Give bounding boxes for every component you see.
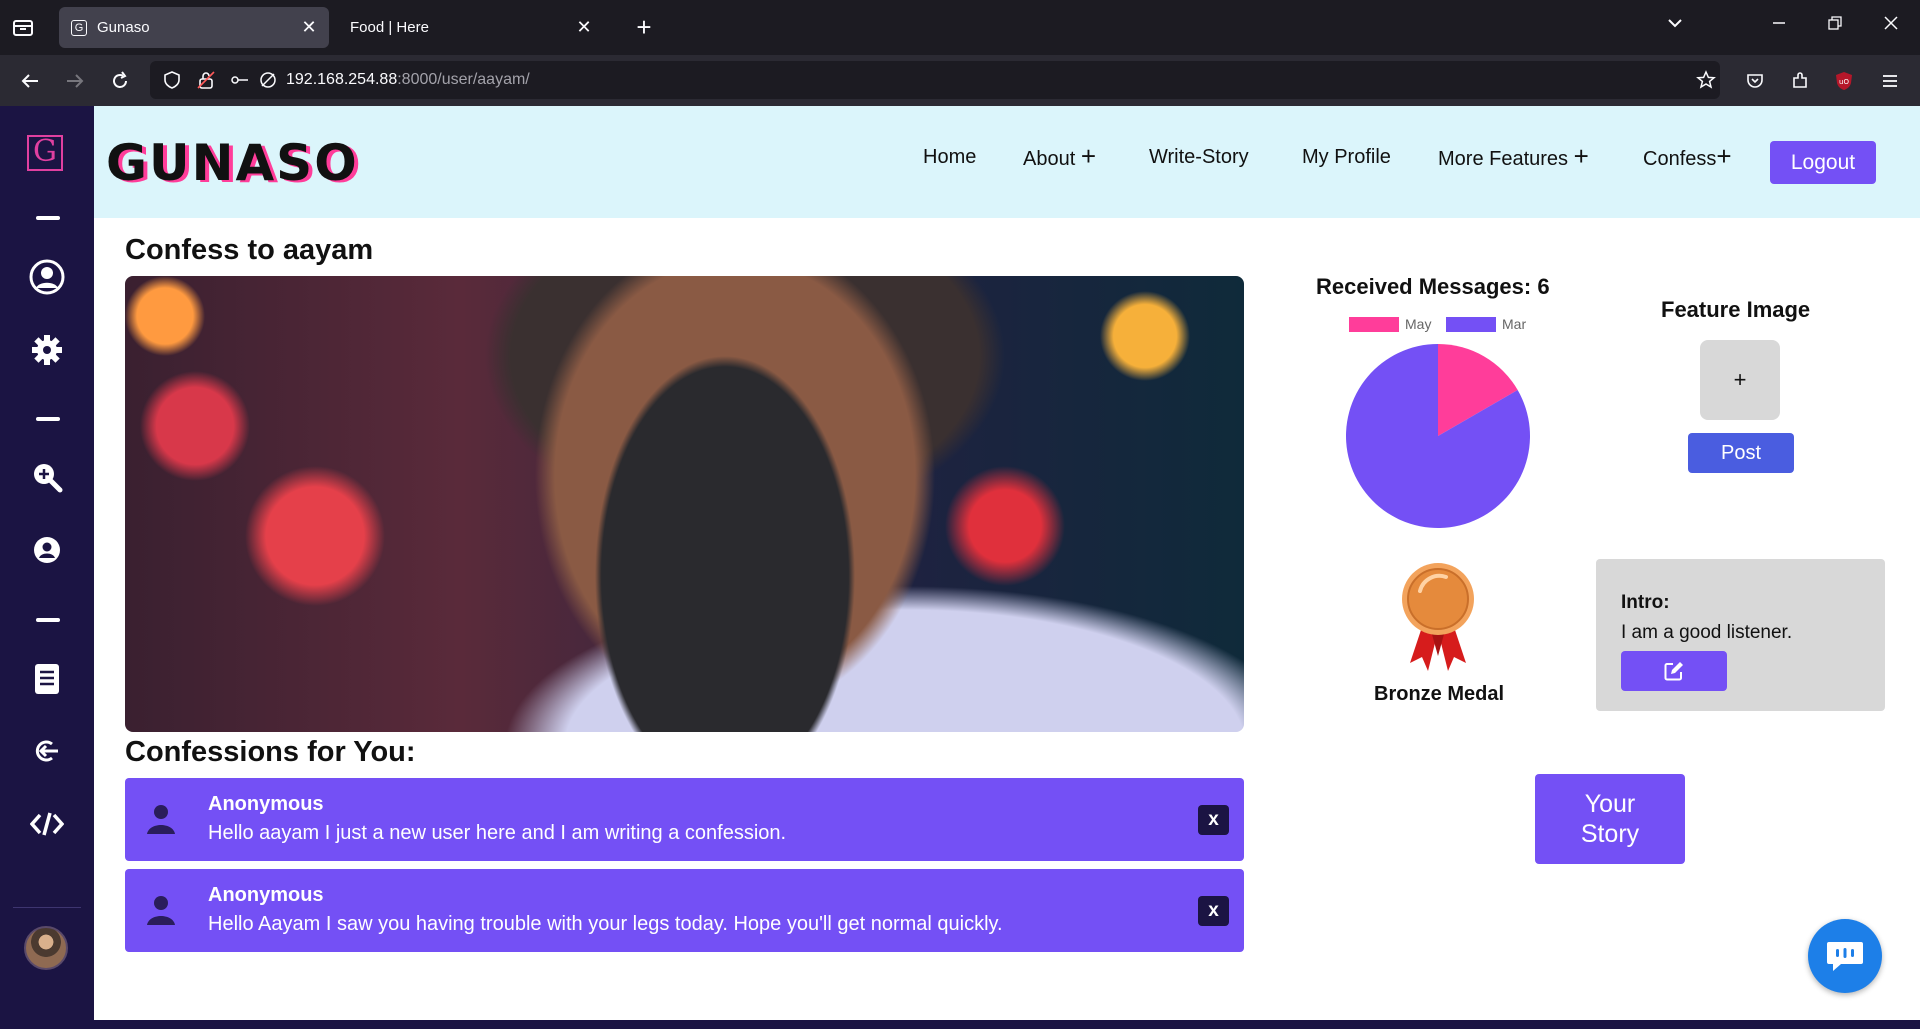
received-messages-pie-chart [1346, 344, 1530, 528]
nav-write-story[interactable]: Write-Story [1149, 146, 1249, 169]
avatar[interactable] [24, 926, 68, 970]
app-menu-icon[interactable] [1876, 67, 1904, 95]
plus-icon: + [1080, 141, 1097, 171]
delete-confession-button[interactable]: x [1198, 896, 1229, 926]
confession-author: Anonymous [208, 793, 324, 815]
close-window-icon[interactable] [1876, 14, 1906, 42]
user-circle-icon[interactable] [25, 257, 69, 297]
minus-icon[interactable] [36, 417, 60, 421]
list-all-tabs-icon[interactable] [1660, 14, 1690, 42]
chat-icon [1827, 942, 1863, 971]
sidebar-divider [13, 907, 81, 908]
minus-icon[interactable] [36, 216, 60, 220]
url-path: :8000/user/aayam/ [397, 71, 530, 88]
minimize-icon[interactable] [1764, 14, 1794, 42]
plus-icon: + [1573, 141, 1589, 171]
url-host: 192.168.254.88 [286, 71, 398, 88]
reload-icon[interactable] [106, 67, 134, 95]
add-feature-image-button[interactable]: + [1700, 340, 1780, 420]
forward-icon[interactable] [61, 67, 89, 95]
url-text: 192.168.254.88:8000/user/aayam/ [286, 71, 530, 89]
code-icon[interactable] [25, 804, 69, 844]
document-icon[interactable] [25, 659, 69, 699]
svg-text:uO: uO [1839, 78, 1849, 86]
tab-list-icon[interactable] [12, 17, 36, 39]
new-tab-icon[interactable]: + [630, 14, 658, 42]
post-button[interactable]: Post [1688, 433, 1794, 473]
edit-icon [1664, 662, 1683, 681]
logo-icon[interactable]: G [27, 135, 63, 171]
intro-card: Intro: I am a good listener. [1596, 559, 1885, 711]
insecure-lock-icon[interactable] [192, 66, 220, 94]
plus-icon: + [1716, 141, 1732, 171]
logout-icon[interactable] [25, 731, 69, 771]
search-plus-icon[interactable] [25, 457, 69, 497]
permissions-icon[interactable] [226, 66, 254, 94]
confession-card: Anonymous Hello Aayam I saw you having t… [125, 869, 1244, 952]
legend-swatch [1349, 316, 1399, 332]
nav-about[interactable]: About + [1023, 143, 1096, 171]
nav-my-profile[interactable]: My Profile [1302, 146, 1391, 169]
nav-more-features-label: More Features [1438, 148, 1569, 170]
browser-nav-bar: 192.168.254.88:8000/user/aayam/ uO [0, 55, 1920, 106]
confession-message: Hello Aayam I saw you having trouble wit… [208, 913, 1003, 935]
nav-confess-label: Confess [1643, 148, 1717, 170]
your-story-line2: Story [1580, 820, 1640, 848]
back-icon[interactable] [16, 67, 44, 95]
tab-title: Food | Here [350, 19, 429, 36]
chat-button[interactable] [1808, 919, 1882, 993]
legend-item-may[interactable]: May [1349, 316, 1431, 332]
brand-logo[interactable]: GUNASO [106, 134, 359, 192]
bookmark-star-icon[interactable] [1692, 66, 1720, 94]
browser-tab-bar: G Gunaso ✕ Food | Here ✕ + [0, 0, 1920, 55]
legend-item-mar[interactable]: Mar [1446, 316, 1526, 332]
close-tab-icon[interactable]: ✕ [297, 17, 321, 38]
shield-icon[interactable] [158, 66, 186, 94]
user-icon [146, 803, 176, 835]
browser-tab-gunaso[interactable]: G Gunaso ✕ [59, 7, 329, 48]
medal-label: Bronze Medal [1374, 683, 1505, 705]
confession-message: Hello aayam I just a new user here and I… [208, 822, 787, 844]
nav-about-label: About [1023, 148, 1076, 170]
delete-confession-button[interactable]: x [1198, 805, 1229, 835]
bronze-medal-icon [1402, 563, 1474, 671]
nav-confess[interactable]: Confess+ [1643, 143, 1732, 171]
pocket-icon[interactable] [1741, 67, 1769, 95]
page-bottom-strip [0, 1020, 1920, 1029]
sidebar: G [0, 106, 94, 1020]
gunaso-favicon-icon: G [71, 19, 87, 36]
edit-intro-button[interactable] [1621, 651, 1727, 691]
confessions-heading: Confessions for You: [125, 736, 416, 768]
user-icon [146, 894, 176, 926]
extensions-icon[interactable] [1786, 67, 1814, 95]
nav-more-features[interactable]: More Features + [1438, 143, 1589, 171]
logout-button[interactable]: Logout [1770, 141, 1876, 184]
intro-title: Intro: [1621, 592, 1670, 613]
feature-image-title: Feature Image [1661, 297, 1811, 322]
legend-swatch [1446, 316, 1496, 332]
your-story-line1: Your [1584, 790, 1636, 818]
confess-heading: Confess to aayam [125, 234, 374, 266]
intro-text: I am a good listener. [1621, 622, 1793, 643]
web-page: G GUNASO Home About + Write-Story My Pro… [0, 106, 1920, 1029]
legend-label: Mar [1502, 316, 1527, 332]
close-tab-icon[interactable]: ✕ [572, 17, 596, 38]
tracking-blocked-icon[interactable] [254, 66, 282, 94]
ublock-icon[interactable]: uO [1830, 67, 1858, 95]
gear-icon[interactable] [25, 330, 69, 370]
legend-label: May [1405, 316, 1432, 332]
received-messages-count: Received Messages: 6 [1316, 274, 1550, 299]
site-header: GUNASO Home About + Write-Story My Profi… [94, 106, 1920, 218]
your-story-button[interactable]: Your Story [1535, 774, 1685, 864]
restore-icon[interactable] [1820, 14, 1850, 42]
confession-author: Anonymous [208, 884, 324, 906]
tab-title: Gunaso [97, 19, 150, 36]
confession-card: Anonymous Hello aayam I just a new user … [125, 778, 1244, 861]
user-badge-icon[interactable] [25, 530, 69, 570]
address-bar[interactable]: 192.168.254.88:8000/user/aayam/ [150, 61, 1720, 99]
minus-icon[interactable] [36, 618, 60, 622]
browser-tab-food[interactable]: Food | Here ✕ [334, 7, 604, 48]
profile-cover-image [125, 276, 1244, 732]
nav-home[interactable]: Home [923, 146, 976, 169]
